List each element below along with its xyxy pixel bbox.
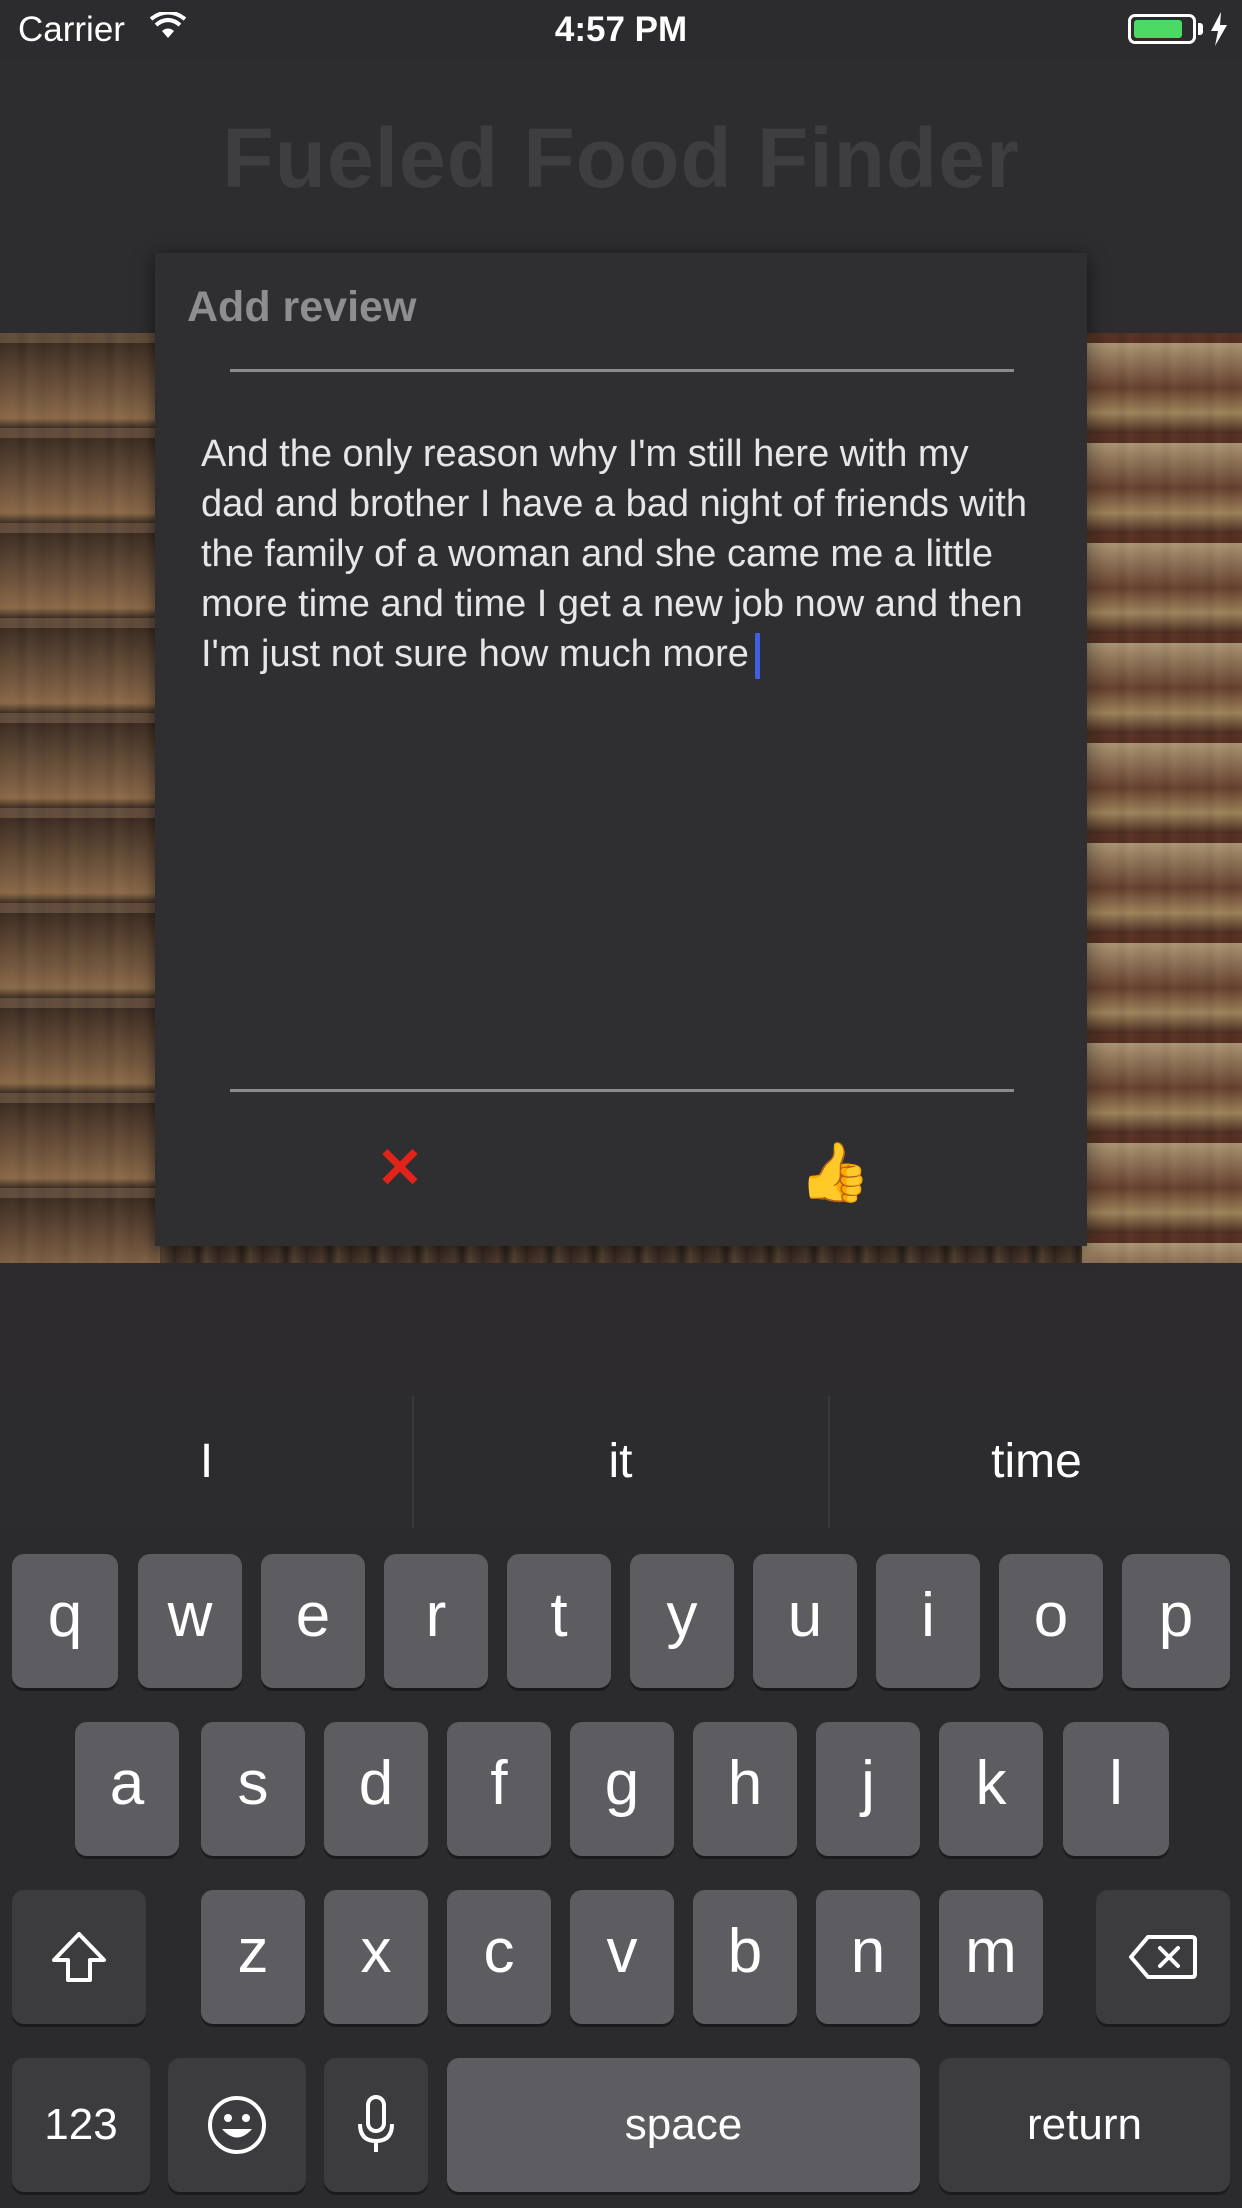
bookshelf-left-image: [0, 333, 160, 1263]
key-r[interactable]: r: [384, 1554, 488, 1688]
status-bar: Carrier 4:57 PM: [0, 0, 1242, 60]
key-w[interactable]: w: [138, 1554, 242, 1688]
key-i[interactable]: i: [876, 1554, 980, 1688]
review-text-area[interactable]: And the only reason why I'm still here w…: [201, 429, 1041, 679]
suggestion-2[interactable]: it: [414, 1396, 827, 1528]
space-key[interactable]: space: [447, 2058, 920, 2192]
add-review-dialog: Add review And the only reason why I'm s…: [155, 253, 1087, 1246]
content-below-image: [0, 1263, 1242, 1398]
thumbs-up-submit-button[interactable]: 👍: [795, 1133, 875, 1213]
keyboard: I it time q w e r t y u i o p a s d f g …: [0, 1396, 1242, 2208]
numbers-key[interactable]: 123: [12, 2058, 150, 2192]
key-g[interactable]: g: [570, 1722, 674, 1856]
key-p[interactable]: p: [1122, 1554, 1230, 1688]
key-s[interactable]: s: [201, 1722, 305, 1856]
key-f[interactable]: f: [447, 1722, 551, 1856]
key-n[interactable]: n: [816, 1890, 920, 2024]
return-key[interactable]: return: [939, 2058, 1230, 2192]
key-k[interactable]: k: [939, 1722, 1043, 1856]
key-y[interactable]: y: [630, 1554, 734, 1688]
text-caret: [754, 632, 760, 679]
key-q[interactable]: q: [12, 1554, 118, 1688]
cancel-button[interactable]: ✕: [365, 1133, 435, 1203]
suggestion-bar: I it time: [0, 1396, 1242, 1528]
key-a[interactable]: a: [75, 1722, 179, 1856]
key-x[interactable]: x: [324, 1890, 428, 2024]
suggestion-3[interactable]: time: [830, 1396, 1242, 1528]
backspace-key[interactable]: [1096, 1890, 1230, 2024]
suggestion-1[interactable]: I: [0, 1396, 413, 1528]
bookshelf-right-image: [1082, 333, 1242, 1263]
key-t[interactable]: t: [507, 1554, 611, 1688]
key-e[interactable]: e: [261, 1554, 365, 1688]
battery-icon: [1128, 14, 1196, 44]
key-c[interactable]: c: [447, 1890, 551, 2024]
key-v[interactable]: v: [570, 1890, 674, 2024]
divider-bottom: [230, 1089, 1014, 1092]
key-o[interactable]: o: [999, 1554, 1103, 1688]
key-b[interactable]: b: [693, 1890, 797, 2024]
charging-bolt-icon: [1210, 12, 1228, 51]
key-z[interactable]: z: [201, 1890, 305, 2024]
shift-key[interactable]: [12, 1890, 146, 2024]
battery-level: [1134, 20, 1182, 38]
dialog-title: Add review: [187, 283, 417, 331]
key-u[interactable]: u: [753, 1554, 857, 1688]
app-title: Fueled Food Finder: [222, 111, 1020, 205]
key-l[interactable]: l: [1063, 1722, 1169, 1856]
key-h[interactable]: h: [693, 1722, 797, 1856]
key-j[interactable]: j: [816, 1722, 920, 1856]
key-d[interactable]: d: [324, 1722, 428, 1856]
emoji-key[interactable]: [168, 2058, 306, 2192]
key-m[interactable]: m: [939, 1890, 1043, 2024]
dictation-key[interactable]: [324, 2058, 428, 2192]
clock: 4:57 PM: [554, 10, 688, 49]
battery-tip: [1198, 23, 1203, 35]
review-text-content: And the only reason why I'm still here w…: [201, 433, 1027, 675]
divider-top: [230, 369, 1014, 372]
